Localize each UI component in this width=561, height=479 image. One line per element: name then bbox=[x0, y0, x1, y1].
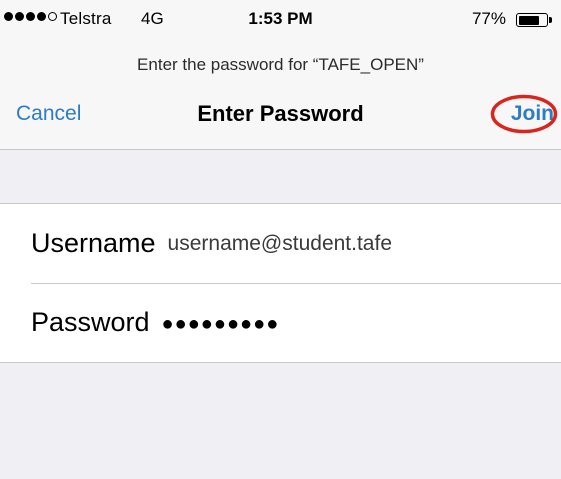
battery-icon bbox=[516, 13, 553, 27]
username-field[interactable]: username@student.tafe bbox=[168, 232, 392, 256]
username-label: Username bbox=[31, 228, 156, 258]
battery-body bbox=[516, 13, 548, 27]
status-bar: Telstra 4G 1:53 PM 77% bbox=[0, 0, 561, 38]
screen: Telstra 4G 1:53 PM 77% Enter the passwor… bbox=[0, 0, 561, 479]
credentials-form: Username username@student.tafe Password … bbox=[0, 203, 561, 363]
network-password-prompt: Enter the password for “TAFE_OPEN” bbox=[137, 55, 424, 74]
password-row[interactable]: Password ●●●●●●●●● bbox=[0, 283, 561, 362]
battery-cap bbox=[549, 17, 552, 23]
join-button[interactable]: Join bbox=[511, 102, 554, 126]
password-field[interactable]: ●●●●●●●●● bbox=[162, 313, 280, 336]
username-row[interactable]: Username username@student.tafe bbox=[0, 204, 561, 283]
battery-fill bbox=[518, 15, 540, 25]
password-label: Password bbox=[31, 307, 150, 337]
battery-percent: 77% bbox=[471, 9, 506, 28]
navigation-header: Enter the password for “TAFE_OPEN” Cance… bbox=[0, 38, 561, 150]
page-title: Enter Password bbox=[197, 101, 364, 126]
